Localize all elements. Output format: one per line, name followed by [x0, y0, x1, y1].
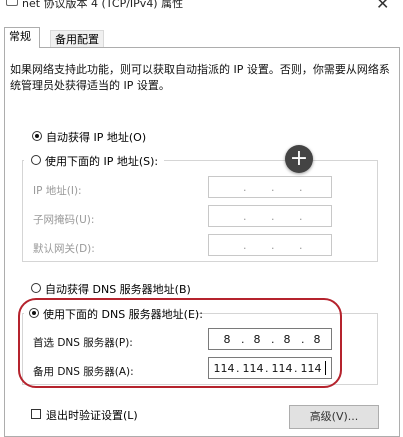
close-icon[interactable]: ✕ — [376, 0, 389, 13]
subnet-mask-label: 子网掩码(U): — [33, 214, 95, 226]
manual-ip-radio[interactable] — [31, 155, 41, 165]
window-title: net 协议版本 4 (TCP/IPv4) 属性 — [22, 0, 184, 10]
description-text: 如果网络支持此功能，则可以获取自动指派的 IP 设置。否则，你需要从网络系统管理… — [10, 63, 390, 92]
default-gateway-label: 默认网关(D): — [33, 243, 95, 255]
validate-label: 退出时验证设置(L) — [46, 409, 138, 422]
plus-icon[interactable]: + — [285, 145, 313, 173]
tab-general[interactable]: 常规 — [4, 27, 40, 48]
tab-alternate-config[interactable]: 备用配置 — [50, 30, 104, 48]
dns-highlight-outline — [18, 298, 342, 388]
ip-address-input[interactable]: ... — [208, 176, 332, 198]
auto-dns-radio[interactable] — [31, 283, 41, 293]
subnet-mask-input[interactable]: ... — [208, 205, 332, 227]
validate-checkbox[interactable] — [31, 409, 41, 419]
title-bar: net 协议版本 4 (TCP/IPv4) 属性 ✕ — [0, 0, 403, 14]
default-gateway-input[interactable]: ... — [208, 234, 332, 256]
advanced-button[interactable]: 高级(V)... — [289, 405, 379, 429]
auto-ip-radio[interactable] — [32, 131, 42, 141]
network-icon — [6, 0, 18, 6]
ip-address-label: IP 地址(I): — [33, 185, 82, 197]
auto-dns-label: 自动获得 DNS 服务器地址(B) — [45, 283, 191, 296]
auto-ip-label: 自动获得 IP 地址(O) — [46, 131, 147, 144]
manual-ip-label: 使用下面的 IP 地址(S): — [45, 155, 159, 168]
